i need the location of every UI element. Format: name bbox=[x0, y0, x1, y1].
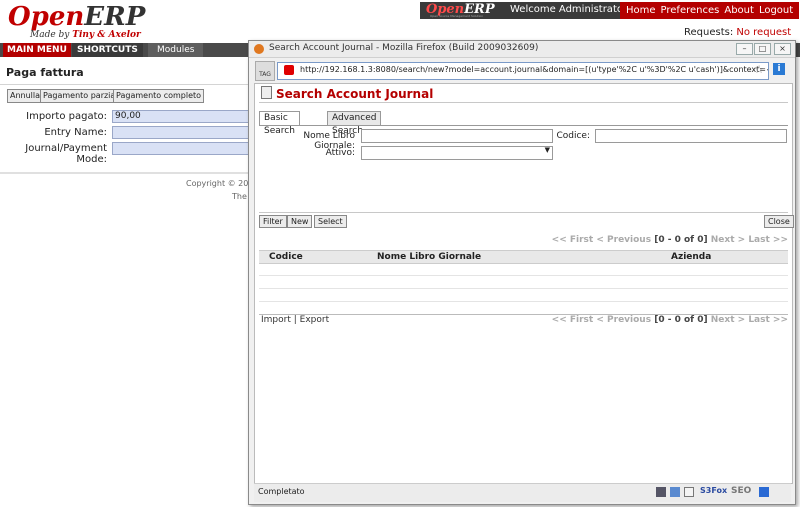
import-export: Import | Export bbox=[261, 315, 330, 325]
chevron-down-icon: ▼ bbox=[544, 146, 550, 154]
new-button[interactable]: New bbox=[287, 215, 313, 228]
journal-payment-mode-field[interactable] bbox=[112, 142, 256, 155]
close-window-button[interactable]: × bbox=[774, 43, 791, 55]
import-link[interactable]: Import bbox=[261, 315, 291, 325]
top-header-bar: OpenERP Open Source Management Solution … bbox=[420, 2, 800, 19]
popup-content: Search Account Journal Basic Search Adva… bbox=[254, 83, 794, 484]
page-title: Paga fattura bbox=[6, 66, 84, 79]
tabs-underline bbox=[259, 125, 788, 126]
attivo-label: Attivo: bbox=[325, 148, 355, 158]
column-nome-libro-giornale[interactable]: Nome Libro Giornale bbox=[377, 251, 481, 263]
url-field[interactable]: http://192.168.1.3:8080/search/new?model… bbox=[277, 62, 769, 80]
pager-previous[interactable]: < Previous bbox=[596, 235, 651, 245]
pager-bottom: << First < Previous [0 - 0 of 0] Next > … bbox=[552, 315, 788, 325]
address-bar-row: TAG http://192.168.1.3:8080/search/new?m… bbox=[253, 59, 791, 83]
status-text: Completato bbox=[258, 487, 305, 496]
shortcuts-tab[interactable]: SHORTCUTS bbox=[72, 43, 143, 57]
modules-tab[interactable]: Modules bbox=[148, 43, 204, 57]
stop-icon[interactable] bbox=[284, 65, 294, 75]
export-link[interactable]: Export bbox=[300, 315, 329, 325]
column-codice[interactable]: Codice bbox=[269, 251, 303, 263]
journal-payment-mode-label: Journal/Payment Mode: bbox=[25, 143, 107, 165]
pager-first[interactable]: << First bbox=[552, 235, 594, 245]
info-icon[interactable]: i bbox=[773, 63, 785, 75]
entry-name-label: Entry Name: bbox=[44, 127, 107, 138]
seo-icon[interactable]: SEO bbox=[731, 486, 751, 496]
firefox-icon bbox=[254, 44, 264, 54]
logout-link[interactable]: Logout bbox=[759, 5, 793, 16]
bookmark-star-icon[interactable]: ☆ bbox=[754, 63, 764, 76]
pager-first[interactable]: << First bbox=[552, 315, 594, 325]
table-row bbox=[259, 302, 788, 315]
requests-value[interactable]: No request bbox=[736, 27, 791, 38]
filter-button[interactable]: Filter bbox=[259, 215, 287, 228]
title-divider bbox=[0, 84, 250, 85]
document-icon bbox=[261, 86, 272, 99]
requests-label: Requests: bbox=[684, 27, 734, 38]
download-icon[interactable] bbox=[759, 487, 769, 497]
tag-icon[interactable]: TAG bbox=[255, 61, 275, 81]
results-table-header: Codice Nome Libro Giornale Azienda bbox=[259, 250, 788, 264]
logo-tagline-prefix: Made by bbox=[30, 30, 70, 40]
logo-open-text: Open bbox=[8, 2, 85, 32]
home-link[interactable]: Home bbox=[626, 5, 656, 16]
url-text: http://192.168.1.3:8080/search/new?model… bbox=[300, 65, 769, 74]
title-separator bbox=[259, 102, 788, 103]
s3fox-icon[interactable]: S3Fox bbox=[700, 486, 727, 495]
top-links: Home Preferences About Logout bbox=[620, 2, 800, 19]
pager-next[interactable]: Next > bbox=[711, 235, 745, 245]
copyright-text: Copyright © 200 bbox=[186, 179, 254, 188]
browser-status-bar: Completato S3Fox SEO bbox=[254, 483, 791, 502]
pager-last[interactable]: Last >> bbox=[748, 235, 788, 245]
page-icon[interactable] bbox=[670, 487, 680, 497]
mail-icon[interactable] bbox=[684, 487, 694, 497]
table-row bbox=[259, 276, 788, 289]
close-button[interactable]: Close bbox=[764, 215, 794, 228]
importo-pagato-field[interactable]: 90,00 bbox=[112, 110, 256, 123]
pager-top: << First < Previous [0 - 0 of 0] Next > … bbox=[552, 235, 788, 245]
window-titlebar[interactable]: Search Account Journal - Mozilla Firefox… bbox=[249, 41, 795, 58]
main-menu-tab[interactable]: MAIN MENU bbox=[3, 43, 71, 57]
minimize-button[interactable]: – bbox=[736, 43, 753, 55]
column-azienda[interactable]: Azienda bbox=[671, 251, 711, 263]
annulla-button[interactable]: Annulla bbox=[7, 89, 44, 103]
table-row bbox=[259, 289, 788, 302]
codice-input[interactable] bbox=[595, 129, 787, 143]
pager-count: [0 - 0 of 0] bbox=[654, 235, 708, 245]
logo-erp-text: ERP bbox=[84, 2, 146, 32]
preferences-link[interactable]: Preferences bbox=[661, 5, 720, 16]
nome-libro-giornale-input[interactable] bbox=[361, 129, 553, 143]
top-logo-tagline: Open Source Management Solution bbox=[430, 14, 484, 18]
about-link[interactable]: About bbox=[724, 5, 754, 16]
search-journal-popup-window: Search Account Journal - Mozilla Firefox… bbox=[248, 40, 796, 505]
pager-next[interactable]: Next > bbox=[711, 315, 745, 325]
codice-label: Codice: bbox=[556, 131, 590, 141]
logo-tagline-names: Tiny & Axelor bbox=[72, 30, 141, 40]
requests-indicator: Requests: No request bbox=[684, 27, 791, 38]
pager-count: [0 - 0 of 0] bbox=[654, 315, 708, 325]
tab-advanced-search[interactable]: Advanced Search bbox=[327, 111, 382, 136]
attivo-select[interactable]: ▼ bbox=[361, 146, 553, 160]
search-title: Search Account Journal bbox=[261, 86, 433, 101]
pager-last[interactable]: Last >> bbox=[748, 315, 788, 325]
button-row-separator bbox=[259, 212, 788, 213]
pager-previous[interactable]: < Previous bbox=[596, 315, 651, 325]
entry-name-field[interactable] bbox=[112, 126, 256, 139]
footer-text: The bbox=[232, 192, 247, 201]
select-button[interactable]: Select bbox=[314, 215, 347, 228]
welcome-text: Welcome Administrator bbox=[510, 4, 628, 15]
window-title: Search Account Journal - Mozilla Firefox… bbox=[269, 43, 539, 53]
search-title-text: Search Account Journal bbox=[276, 87, 434, 101]
tab-basic-search[interactable]: Basic Search bbox=[259, 111, 300, 136]
network-icon[interactable] bbox=[656, 487, 666, 497]
importo-pagato-label: Importo pagato: bbox=[26, 111, 107, 122]
table-row bbox=[259, 263, 788, 276]
openerp-logo[interactable]: OpenERP Made by Tiny & Axelor bbox=[8, 4, 148, 40]
pagamento-completo-button[interactable]: Pagamento completo bbox=[113, 89, 205, 103]
form-bottom-bar bbox=[0, 172, 250, 174]
maximize-button[interactable]: □ bbox=[754, 43, 771, 55]
